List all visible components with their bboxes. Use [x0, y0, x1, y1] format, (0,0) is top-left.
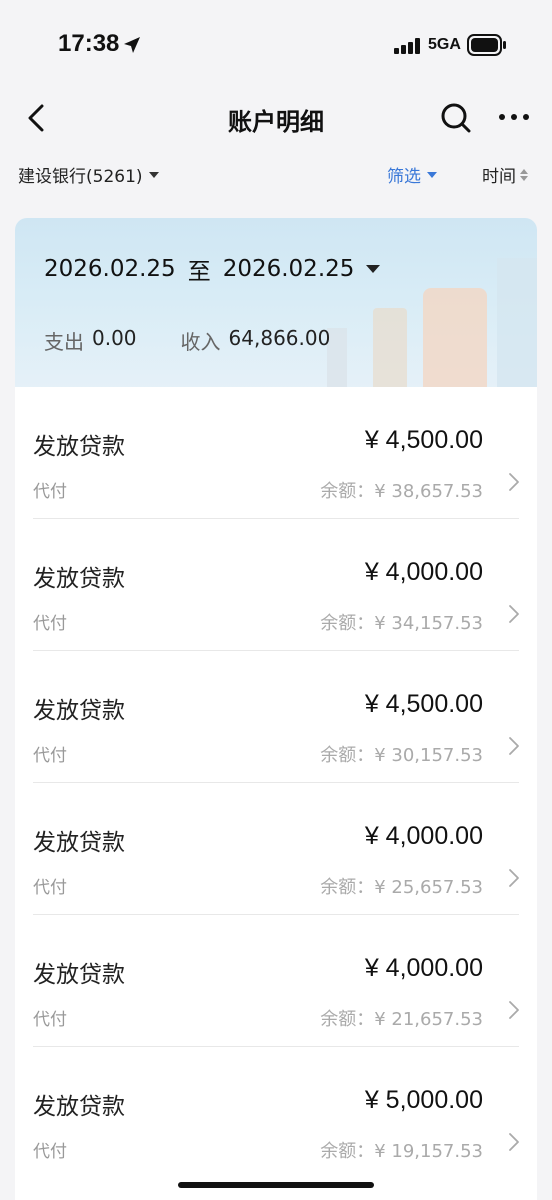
transaction-amount: ¥ 4,500.00 — [364, 426, 483, 454]
income-label: 收入 — [180, 330, 221, 354]
date-range-selector[interactable]: 2026.02.25 至 2026.02.25 — [44, 252, 381, 286]
transaction-balance: 余额：¥ 30,157.53 — [320, 745, 483, 766]
transaction-row[interactable]: 发放贷款 ¥ 4,000.00 代付 余额：¥ 25,657.53 — [15, 783, 537, 915]
transaction-title: 发放贷款 — [33, 434, 125, 460]
transaction-type: 代付 — [33, 1010, 67, 1030]
transaction-balance: 余额：¥ 34,157.53 — [320, 613, 483, 634]
filter-button[interactable]: 筛选 — [387, 162, 437, 187]
signal-icon — [394, 38, 420, 54]
transaction-amount: ¥ 4,000.00 — [364, 954, 483, 982]
expense-label: 支出 — [44, 330, 84, 354]
network-label: 5GA — [428, 36, 461, 53]
background-illustration — [373, 308, 407, 393]
sort-label: 时间 — [482, 167, 516, 187]
date-start: 2026.02.25 — [44, 256, 176, 282]
income-value: 64,866.00 — [228, 326, 331, 350]
transaction-title: 发放贷款 — [33, 698, 125, 724]
chevron-right-icon — [509, 869, 519, 887]
transaction-title: 发放贷款 — [33, 1094, 125, 1120]
caret-down-icon — [427, 171, 437, 178]
nav-bar: 账户明细 — [0, 90, 552, 146]
time-sort-button[interactable]: 时间 — [482, 162, 528, 187]
account-selector[interactable]: 建设银行(5261) — [18, 162, 159, 187]
status-bar: 17:38 5GA — [0, 0, 552, 90]
transaction-amount: ¥ 4,000.00 — [364, 822, 483, 850]
chevron-right-icon — [509, 1133, 519, 1151]
transaction-balance: 余额：¥ 38,657.53 — [320, 481, 483, 502]
transaction-balance: 余额：¥ 19,157.53 — [320, 1141, 483, 1162]
caret-down-icon — [148, 171, 159, 178]
filter-bar: 建设银行(5261) 筛选 时间 — [0, 158, 552, 192]
transaction-list: 发放贷款 ¥ 4,500.00 代付 余额：¥ 38,657.53 发放贷款 ¥… — [15, 387, 537, 1200]
transaction-type: 代付 — [33, 1142, 67, 1162]
chevron-right-icon — [509, 473, 519, 491]
status-time: 17:38 — [58, 30, 120, 57]
date-end: 2026.02.25 — [222, 256, 355, 282]
filter-label: 筛选 — [387, 167, 421, 187]
transaction-amount: ¥ 5,000.00 — [364, 1086, 483, 1114]
battery-icon — [467, 34, 506, 56]
date-separator: 至 — [187, 259, 211, 285]
transaction-amount: ¥ 4,000.00 — [364, 558, 483, 586]
transaction-type: 代付 — [33, 746, 67, 766]
transaction-row[interactable]: 发放贷款 ¥ 5,000.00 代付 余额：¥ 19,157.53 — [15, 1047, 537, 1179]
expense-total: 支出 0.00 — [44, 326, 137, 355]
totals: 支出 0.00 收入 64,866.00 — [44, 326, 374, 355]
income-total: 收入 64,866.00 — [181, 326, 331, 355]
transaction-amount: ¥ 4,500.00 — [364, 690, 483, 718]
transaction-row[interactable]: 发放贷款 ¥ 4,000.00 代付 余额：¥ 21,657.53 — [15, 915, 537, 1047]
transaction-row[interactable]: 发放贷款 ¥ 4,500.00 代付 余额：¥ 38,657.53 — [15, 387, 537, 519]
search-icon[interactable] — [438, 100, 474, 136]
home-indicator[interactable] — [178, 1182, 374, 1188]
transaction-balance: 余额：¥ 21,657.53 — [320, 1009, 483, 1030]
chevron-right-icon — [509, 605, 519, 623]
summary-card: 2026.02.25 至 2026.02.25 支出 0.00 收入 64,86… — [15, 218, 537, 393]
transaction-type: 代付 — [33, 482, 67, 502]
sort-icon — [520, 168, 528, 181]
chevron-right-icon — [509, 1001, 519, 1019]
more-icon[interactable] — [496, 102, 532, 132]
transaction-row[interactable]: 发放贷款 ¥ 4,500.00 代付 余额：¥ 30,157.53 — [15, 651, 537, 783]
account-label: 建设银行(5261) — [18, 167, 143, 187]
transaction-title: 发放贷款 — [33, 962, 125, 988]
background-illustration — [423, 288, 487, 393]
location-arrow-icon — [124, 37, 140, 53]
expense-value: 0.00 — [92, 326, 137, 350]
transaction-balance: 余额：¥ 25,657.53 — [320, 877, 483, 898]
transaction-type: 代付 — [33, 878, 67, 898]
chevron-right-icon — [509, 737, 519, 755]
transaction-title: 发放贷款 — [33, 830, 125, 856]
caret-down-icon — [366, 265, 381, 273]
transaction-title: 发放贷款 — [33, 566, 125, 592]
transaction-type: 代付 — [33, 614, 67, 634]
transaction-row[interactable]: 发放贷款 ¥ 4,000.00 代付 余额：¥ 34,157.53 — [15, 519, 537, 651]
background-illustration — [497, 258, 537, 393]
